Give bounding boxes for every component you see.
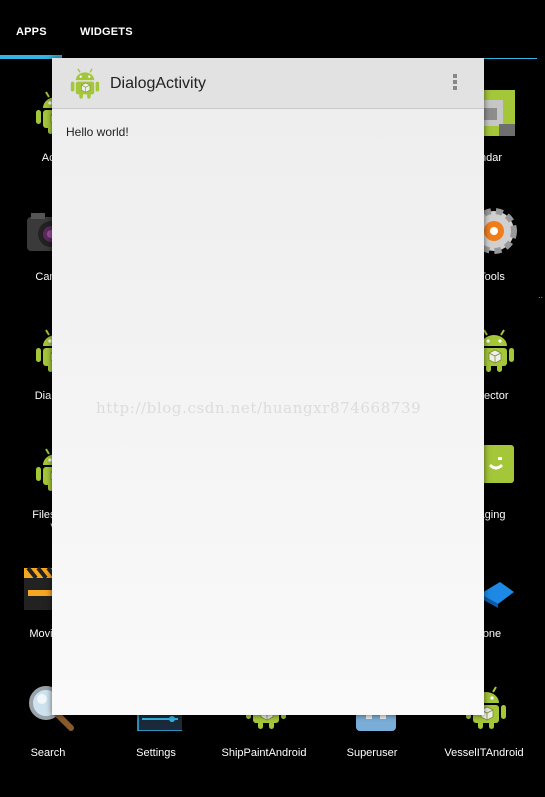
dialog-title: DialogActivity [110, 75, 207, 92]
tab-widgets[interactable]: WIDGETS [80, 26, 133, 38]
launcher-tab-bar: APPS WIDGETS [0, 0, 545, 60]
android-app-icon [68, 66, 102, 100]
dialog-window: DialogActivity Hello world! http://blog.… [52, 58, 484, 715]
overflow-menu-icon[interactable] [448, 72, 462, 94]
app-label: VesselITAndroid [444, 747, 524, 759]
dialog-action-bar: DialogActivity [52, 58, 484, 109]
watermark-text: http://blog.csdn.net/huangxr874668739 [96, 399, 422, 417]
tab-apps[interactable]: APPS [16, 26, 47, 38]
hello-text: Hello world! [66, 125, 129, 139]
edge-indicator: .. [538, 290, 544, 300]
